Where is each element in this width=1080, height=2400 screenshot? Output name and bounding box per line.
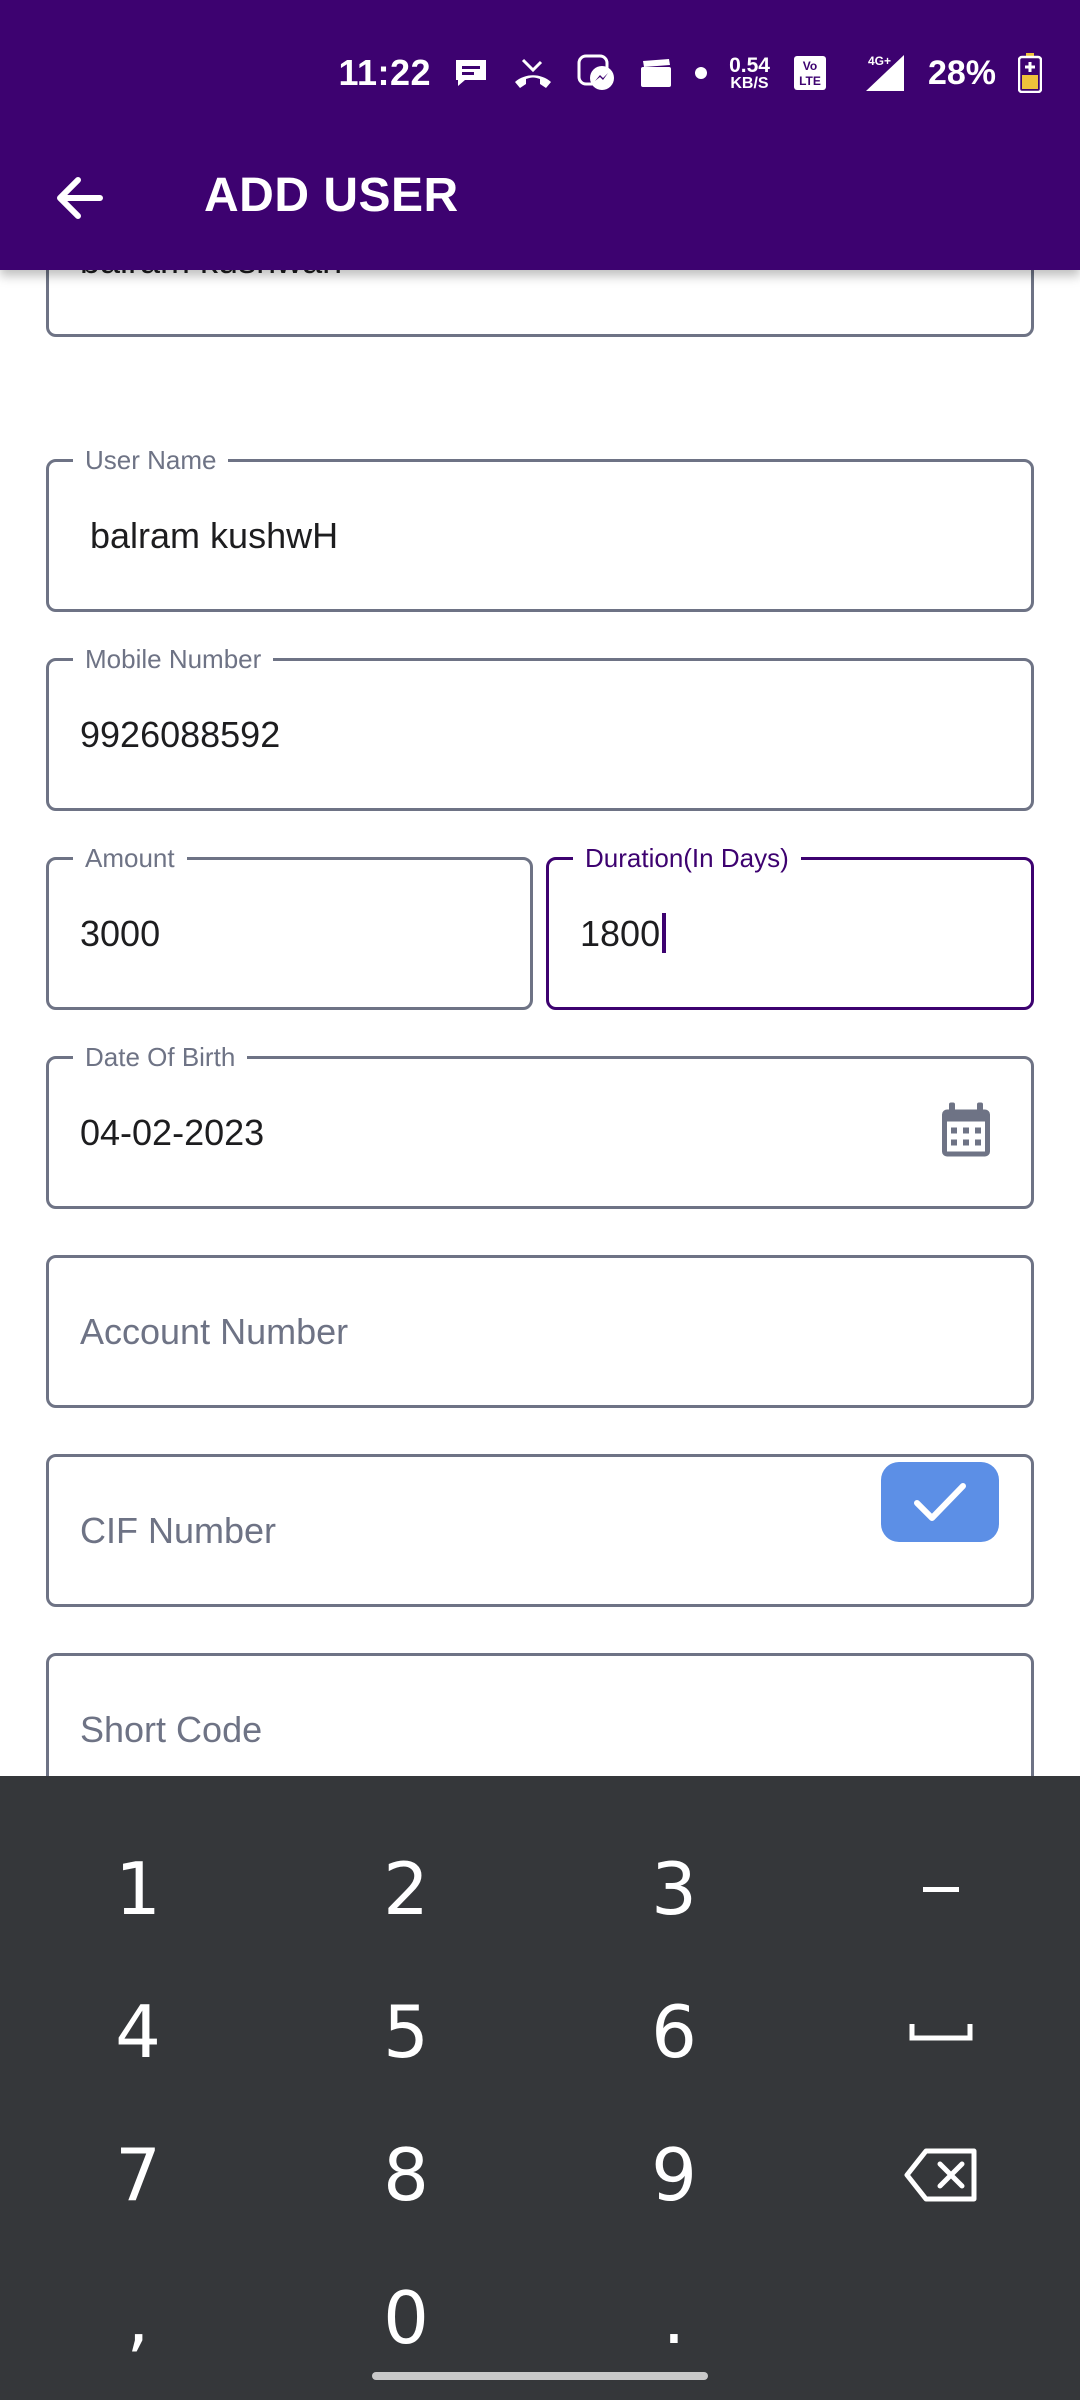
user-name-field[interactable]: User Name balram kushwH — [46, 445, 1034, 612]
full-name-value: balram kushwah — [80, 270, 342, 282]
done-button[interactable] — [881, 1462, 999, 1542]
check-icon — [914, 1483, 966, 1521]
arrow-left-icon — [57, 177, 103, 219]
key-5[interactable]: 5 — [271, 1962, 541, 2102]
back-button[interactable] — [40, 160, 116, 236]
duration-value-wrap: 1800 — [580, 912, 667, 955]
full-name-field[interactable]: balram kushwah — [46, 270, 1034, 337]
amount-field[interactable]: Amount 3000 — [46, 843, 533, 1010]
date-of-birth-value: 04-02-2023 — [80, 1111, 265, 1153]
add-user-form: balram kushwah User Name balram kushwH M… — [0, 270, 1080, 1776]
key-8[interactable]: 8 — [271, 2105, 541, 2245]
short-code-field[interactable]: Short Code — [46, 1653, 1034, 1776]
numeric-keyboard: 1 2 3 4 5 6 7 8 9 , 0 . — [0, 1776, 1080, 2400]
duration-value: 1800 — [580, 912, 661, 954]
svg-text:Vo: Vo — [803, 59, 817, 73]
missed-call-icon — [511, 56, 555, 90]
battery-percent: 28% — [927, 53, 996, 92]
user-name-label: User Name — [73, 445, 229, 475]
key-4[interactable]: 4 — [3, 1962, 273, 2102]
date-of-birth-label: Date Of Birth — [73, 1042, 248, 1072]
key-period[interactable]: . — [539, 2248, 809, 2388]
svg-text:4G+: 4G+ — [868, 54, 891, 68]
page-title: ADD USER — [204, 169, 459, 222]
mobile-number-value: 9926088592 — [80, 713, 281, 755]
duration-field[interactable]: Duration(In Days) 1800 — [546, 843, 1034, 1010]
key-backspace[interactable] — [806, 2105, 1076, 2245]
key-1[interactable]: 1 — [3, 1819, 273, 1959]
amount-value: 3000 — [80, 912, 161, 954]
app-bar: ADD USER — [0, 140, 1080, 250]
signal-icon: 4G+ — [850, 53, 906, 93]
key-minus[interactable] — [806, 1819, 1076, 1959]
key-9[interactable]: 9 — [539, 2105, 809, 2245]
key-space[interactable] — [806, 1962, 1076, 2102]
messenger-icon — [577, 54, 617, 92]
short-code-placeholder: Short Code — [80, 1708, 263, 1750]
mobile-number-field[interactable]: Mobile Number 9926088592 — [46, 644, 1034, 811]
gesture-nav-handle[interactable] — [372, 2372, 708, 2380]
calendar-icon[interactable] — [939, 1101, 993, 1164]
clapper-icon — [639, 57, 673, 89]
message-icon — [453, 57, 489, 89]
notification-dot-icon — [695, 67, 708, 79]
account-number-placeholder: Account Number — [80, 1310, 349, 1352]
date-of-birth-field[interactable]: Date Of Birth 04-02-2023 — [46, 1042, 1034, 1209]
key-7[interactable]: 7 — [3, 2105, 273, 2245]
duration-label: Duration(In Days) — [573, 843, 801, 873]
cif-number-placeholder: CIF Number — [80, 1509, 277, 1551]
battery-charging-icon — [1018, 53, 1042, 93]
user-name-value: balram kushwH — [80, 514, 339, 556]
text-caret — [662, 912, 667, 953]
key-0[interactable]: 0 — [271, 2248, 541, 2388]
status-bar: 11:22 0.54 KB/S Vo LTE 4G+ 28% — [338, 40, 1042, 106]
net-speed: 0.54 KB/S — [729, 53, 770, 92]
minus-icon — [923, 1887, 959, 1892]
key-comma[interactable]: , — [3, 2248, 273, 2388]
key-6[interactable]: 6 — [539, 1962, 809, 2102]
space-icon — [909, 2024, 973, 2041]
app-header: 11:22 0.54 KB/S Vo LTE 4G+ 28% ADD USER — [0, 0, 1080, 270]
amount-label: Amount — [73, 843, 187, 873]
backspace-icon — [904, 2148, 977, 2202]
key-2[interactable]: 2 — [271, 1819, 541, 1959]
status-time: 11:22 — [338, 52, 432, 93]
account-number-field[interactable]: Account Number — [46, 1255, 1034, 1408]
svg-text:LTE: LTE — [799, 74, 821, 88]
mobile-number-label: Mobile Number — [73, 644, 274, 674]
key-3[interactable]: 3 — [539, 1819, 809, 1959]
volte-icon: Vo LTE — [792, 54, 828, 92]
